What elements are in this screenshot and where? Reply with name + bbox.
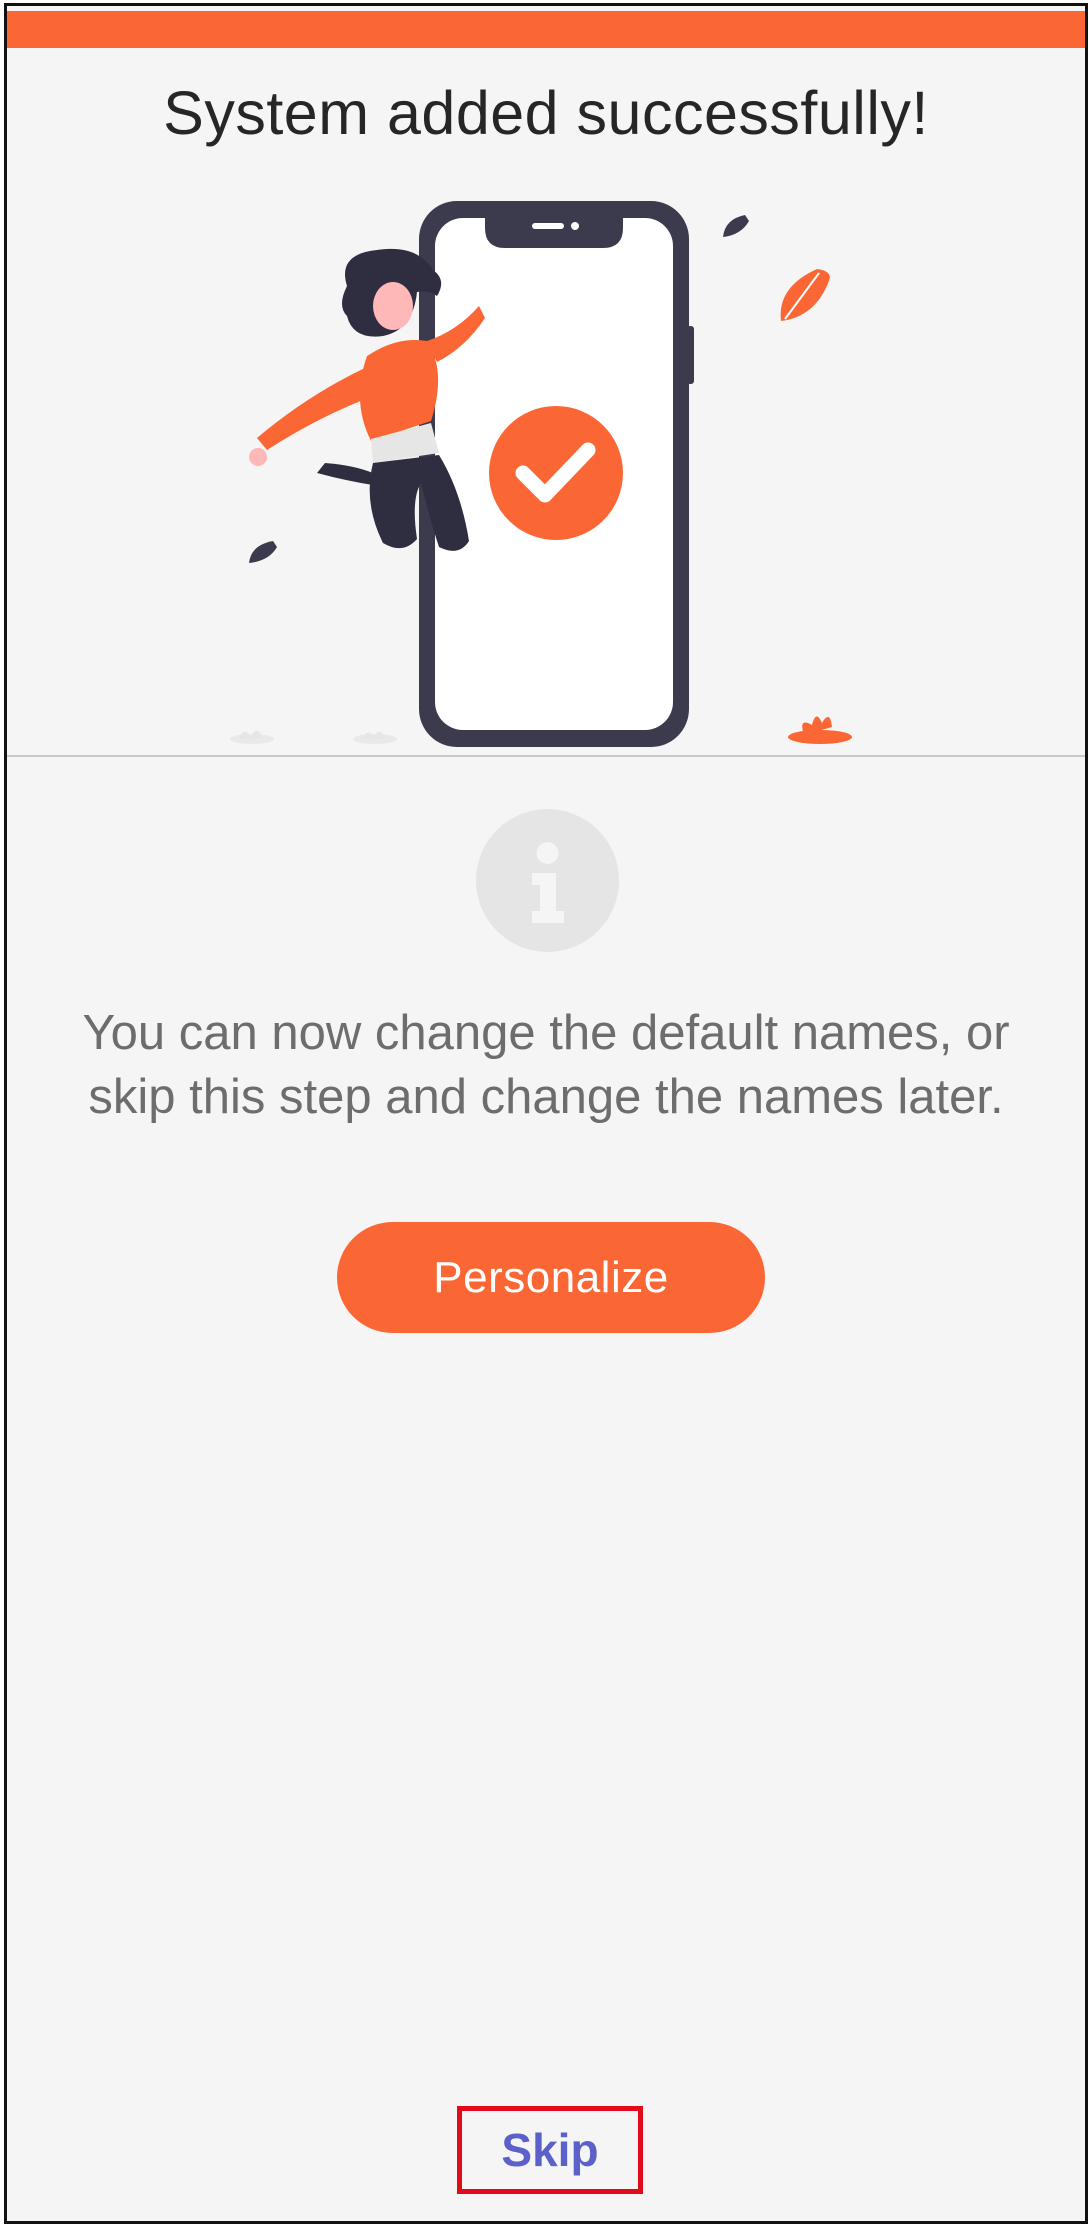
info-message-line-1: You can now change the default names, or	[82, 1006, 1010, 1060]
info-message: You can now change the default names, or…	[17, 1001, 1075, 1129]
checkmark-icon	[489, 406, 623, 540]
success-illustration	[230, 201, 852, 747]
skip-button[interactable]: Skip	[457, 2106, 643, 2194]
app-screen: System added successfully! You can now c…	[4, 3, 1088, 2224]
info-icon	[476, 809, 619, 952]
section-divider	[7, 755, 1085, 757]
top-accent-bar	[7, 11, 1085, 48]
personalize-button[interactable]: Personalize	[337, 1222, 765, 1333]
page-title: System added successfully!	[163, 79, 929, 147]
info-message-line-2: skip this step and change the names late…	[88, 1070, 1004, 1124]
